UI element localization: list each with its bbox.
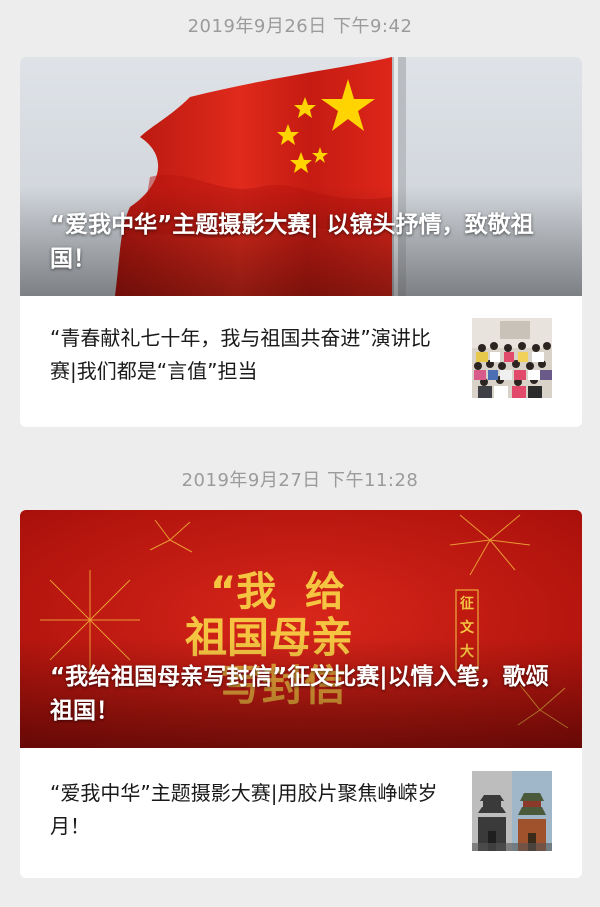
- article-card[interactable]: “爱我中华”主题摄影大赛| 以镜头抒情，致敬祖国！ “青春献礼七十年，我与祖国共…: [20, 57, 582, 427]
- article-card[interactable]: “我 给 祖国母亲 写封信 征 文 大 “我给祖国母亲写封信”征文比赛|以情入笔…: [20, 510, 582, 878]
- sub-article-title[interactable]: “青春献礼七十年，我与祖国共奋进”演讲比赛|我们都是“言值”担当: [50, 322, 455, 388]
- sub-article-title[interactable]: “爱我中华”主题摄影大赛|用胶片聚焦峥嵘岁月！: [50, 777, 455, 843]
- sub-article[interactable]: “青春献礼七十年，我与祖国共奋进”演讲比赛|我们都是“言值”担当: [20, 296, 582, 427]
- timestamp: 2019年9月27日 下午11:28: [181, 470, 419, 491]
- sub-article[interactable]: “爱我中华”主题摄影大赛|用胶片聚焦峥嵘岁月！: [20, 749, 582, 878]
- cover-title[interactable]: “爱我中华”主题摄影大赛| 以镜头抒情，致敬祖国！: [50, 208, 556, 276]
- svg-text:“我: “我: [210, 569, 276, 615]
- cover-title[interactable]: “我给祖国母亲写封信”征文比赛|以情入笔，歌颂祖国！: [50, 660, 556, 728]
- svg-text:征: 征: [460, 595, 474, 612]
- svg-text:给: 给: [305, 569, 345, 615]
- cover-article[interactable]: “我 给 祖国母亲 写封信 征 文 大 “我给祖国母亲写封信”征文比赛|以情入笔…: [20, 510, 582, 748]
- cover-article[interactable]: “爱我中华”主题摄影大赛| 以镜头抒情，致敬祖国！: [20, 57, 582, 296]
- svg-text:文: 文: [460, 619, 475, 636]
- group-photo: [472, 318, 552, 398]
- timestamp: 2019年9月26日 下午9:42: [187, 16, 413, 37]
- bell-tower-photo: [472, 771, 552, 851]
